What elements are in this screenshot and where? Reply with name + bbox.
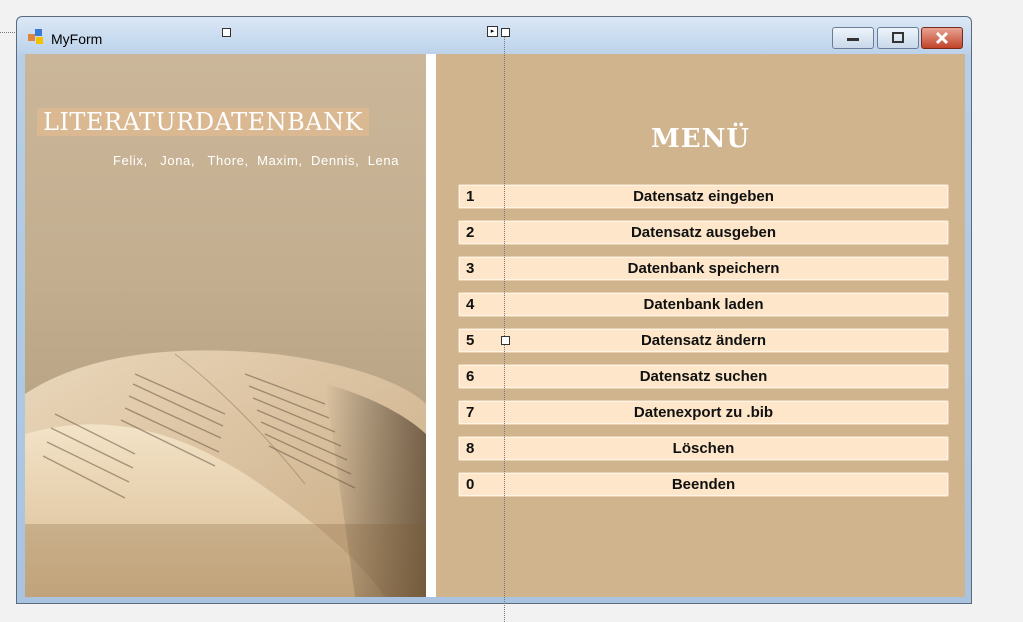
menu-button-label: Datensatz suchen bbox=[639, 368, 768, 385]
close-button[interactable] bbox=[921, 27, 963, 49]
menu-button-datensatz-eingeben[interactable]: 1 Datensatz eingeben bbox=[458, 184, 949, 209]
menu-button-datenbank-speichern[interactable]: 3 Datenbank speichern bbox=[458, 256, 949, 281]
menu-button-label: Löschen bbox=[672, 440, 735, 457]
menu-button-datenbank-laden[interactable]: 4 Datenbank laden bbox=[458, 292, 949, 317]
maximize-button[interactable] bbox=[877, 27, 919, 49]
minimize-icon bbox=[847, 38, 859, 41]
menu-title: MENÜ bbox=[650, 124, 751, 154]
resize-handle[interactable] bbox=[222, 28, 231, 37]
menu-button-datenexport-bib[interactable]: 7 Datenexport zu .bib bbox=[458, 400, 949, 425]
form-window: MyForm LITERATURDATENBANK Felix, Jona, T… bbox=[16, 16, 972, 604]
menu-button-datensatz-ausgeben[interactable]: 2 Datensatz ausgeben bbox=[458, 220, 949, 245]
authors-label: Felix, Jona, Thore, Maxim, Dennis, Lena bbox=[113, 153, 400, 168]
menu-button-loeschen[interactable]: 8 Löschen bbox=[458, 436, 949, 461]
menu-button-label: Datenbank speichern bbox=[627, 260, 780, 277]
app-title-label: LITERATURDATENBANK bbox=[37, 108, 370, 136]
app-icon bbox=[28, 29, 44, 45]
panel-divider bbox=[426, 54, 436, 597]
menu-button-label: Beenden bbox=[671, 476, 736, 493]
menu-button-datensatz-suchen[interactable]: 6 Datensatz suchen bbox=[458, 364, 949, 389]
menu-button-beenden[interactable]: 0 Beenden bbox=[458, 472, 949, 497]
window-title: MyForm bbox=[51, 31, 103, 47]
minimize-button[interactable] bbox=[832, 27, 874, 49]
menu-button-label: Datensatz ändern bbox=[640, 332, 767, 349]
menu-panel: MENÜ 1 Datensatz eingeben 2 Datensatz au… bbox=[436, 54, 965, 597]
form-client-area: LITERATURDATENBANK Felix, Jona, Thore, M… bbox=[25, 54, 965, 597]
menu-button-label: Datensatz eingeben bbox=[633, 188, 774, 205]
close-icon bbox=[935, 31, 949, 45]
resize-handle[interactable] bbox=[501, 28, 510, 37]
menu-button-datensatz-aendern[interactable]: 5 Datensatz ändern bbox=[458, 328, 949, 353]
maximize-icon bbox=[892, 32, 904, 43]
resize-handle[interactable] bbox=[501, 336, 510, 345]
menu-button-label: Datenbank laden bbox=[643, 296, 764, 313]
header-image-panel: LITERATURDATENBANK Felix, Jona, Thore, M… bbox=[25, 54, 426, 597]
menu-button-label: Datensatz ausgeben bbox=[630, 224, 777, 241]
menu-button-label: Datenexport zu .bib bbox=[633, 404, 774, 421]
smart-tag-icon[interactable]: ▸ bbox=[487, 26, 498, 37]
